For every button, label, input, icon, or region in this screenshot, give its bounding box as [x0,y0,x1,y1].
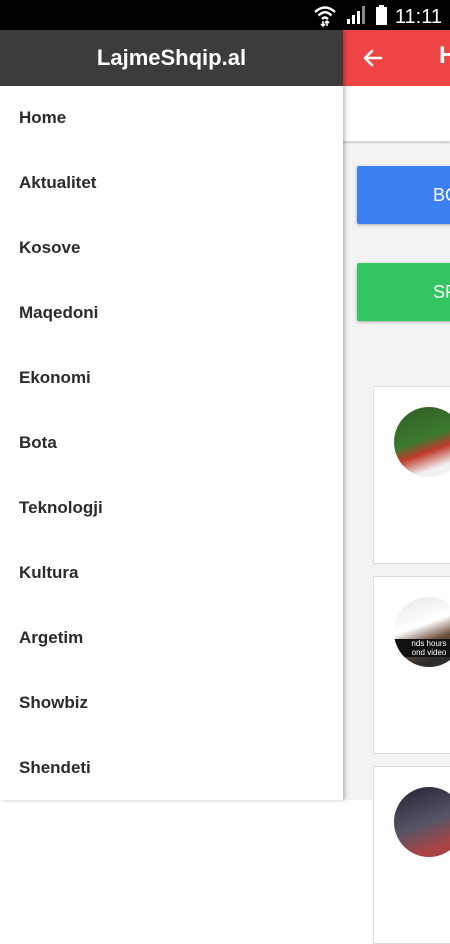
menu-item-argetim[interactable]: Argetim [0,605,343,670]
category-button-blue[interactable]: BO [357,166,450,224]
app-bar: H [343,30,450,86]
menu-item-showbiz[interactable]: Showbiz [0,670,343,735]
drawer-title: LajmeShqip.al [96,45,247,70]
menu-item-shendeti[interactable]: Shendeti [0,735,343,800]
page-title: H [439,42,450,69]
back-arrow-icon[interactable] [361,46,385,75]
news-thumbnail [394,787,450,857]
drawer-header: LajmeShqip.al [0,30,343,86]
thumbnail-caption: nds hours ond video [394,639,450,657]
menu-item-teknologji[interactable]: Teknologji [0,475,343,540]
news-card[interactable] [373,766,450,944]
menu-item-bota[interactable]: Bota [0,410,343,475]
menu-item-ekonomi[interactable]: Ekonomi [0,345,343,410]
menu-item-home[interactable]: Home [0,85,343,150]
news-thumbnail [394,407,450,477]
status-time: 11:11 [394,6,442,28]
category-button-green[interactable]: SP [357,263,450,321]
drawer-menu: Home Aktualitet Kosove Maqedoni Ekonomi … [0,85,343,800]
news-card[interactable] [373,386,450,564]
wifi-data-icon [312,3,338,32]
news-thumbnail: nds hours ond video [394,597,450,667]
menu-item-kosove[interactable]: Kosove [0,215,343,280]
news-card[interactable]: nds hours ond video [373,576,450,754]
status-bar: 11:11 [0,0,450,30]
menu-item-kultura[interactable]: Kultura [0,540,343,605]
signal-icon [346,5,368,30]
navigation-drawer: LajmeShqip.al Home Aktualitet Kosove Maq… [0,30,343,800]
battery-icon [375,5,387,30]
menu-item-maqedoni[interactable]: Maqedoni [0,280,343,345]
menu-item-aktualitet[interactable]: Aktualitet [0,150,343,215]
search-bar[interactable] [343,86,450,141]
